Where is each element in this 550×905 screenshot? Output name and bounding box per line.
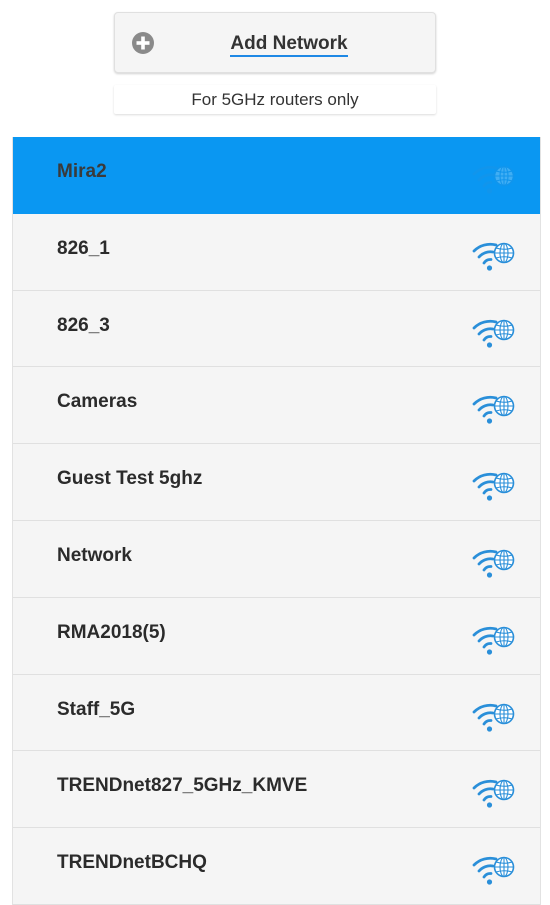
add-network-button[interactable]: Add Network: [114, 12, 436, 73]
wifi-globe-icon: [472, 165, 515, 194]
wifi-globe-icon: [472, 549, 515, 578]
network-name: TRENDnetBCHQ: [57, 852, 207, 874]
network-name: Guest Test 5ghz: [57, 468, 203, 490]
wifi-globe-icon: [472, 856, 515, 885]
network-list: Mira2 826_1 826_3 Cameras Guest Test 5gh…: [12, 137, 541, 905]
wifi-globe-icon: [472, 242, 515, 271]
network-row-mira2[interactable]: Mira2: [13, 137, 540, 214]
network-row-826-1[interactable]: 826_1: [13, 213, 540, 291]
network-name: Staff_5G: [57, 698, 136, 720]
network-row-guest-test-5ghz[interactable]: Guest Test 5ghz: [13, 444, 540, 521]
network-row-network[interactable]: Network: [13, 520, 540, 598]
network-name: Cameras: [57, 391, 138, 413]
wifi-globe-icon: [472, 396, 515, 424]
network-name: 826_3: [57, 314, 110, 336]
network-name: Mira2: [57, 161, 107, 182]
wifi-globe-icon: [472, 780, 515, 808]
network-name: TRENDnet827_5GHz_KMVE: [57, 775, 308, 797]
network-row-826-3[interactable]: 826_3: [13, 290, 540, 368]
wifi-globe-icon: [472, 472, 515, 501]
network-row-staff-5g[interactable]: Staff_5G: [13, 674, 540, 752]
network-row-trendnet827-5ghz-kmve[interactable]: TRENDnet827_5GHz_KMVE: [13, 751, 540, 829]
band-note: For 5GHz routers only: [114, 85, 436, 114]
network-name: Network: [57, 544, 132, 566]
wifi-globe-icon: [472, 626, 515, 655]
wifi-globe-icon: [472, 703, 515, 732]
network-row-trendnetbchq[interactable]: TRENDnetBCHQ: [13, 828, 540, 905]
network-name: RMA2018(5): [57, 621, 166, 643]
network-name: 826_1: [57, 237, 110, 259]
network-row-rma2018-5[interactable]: RMA2018(5): [13, 597, 540, 675]
add-network-label: Add Network: [115, 33, 435, 57]
network-row-cameras[interactable]: Cameras: [13, 367, 540, 445]
wifi-globe-icon: [472, 319, 515, 348]
